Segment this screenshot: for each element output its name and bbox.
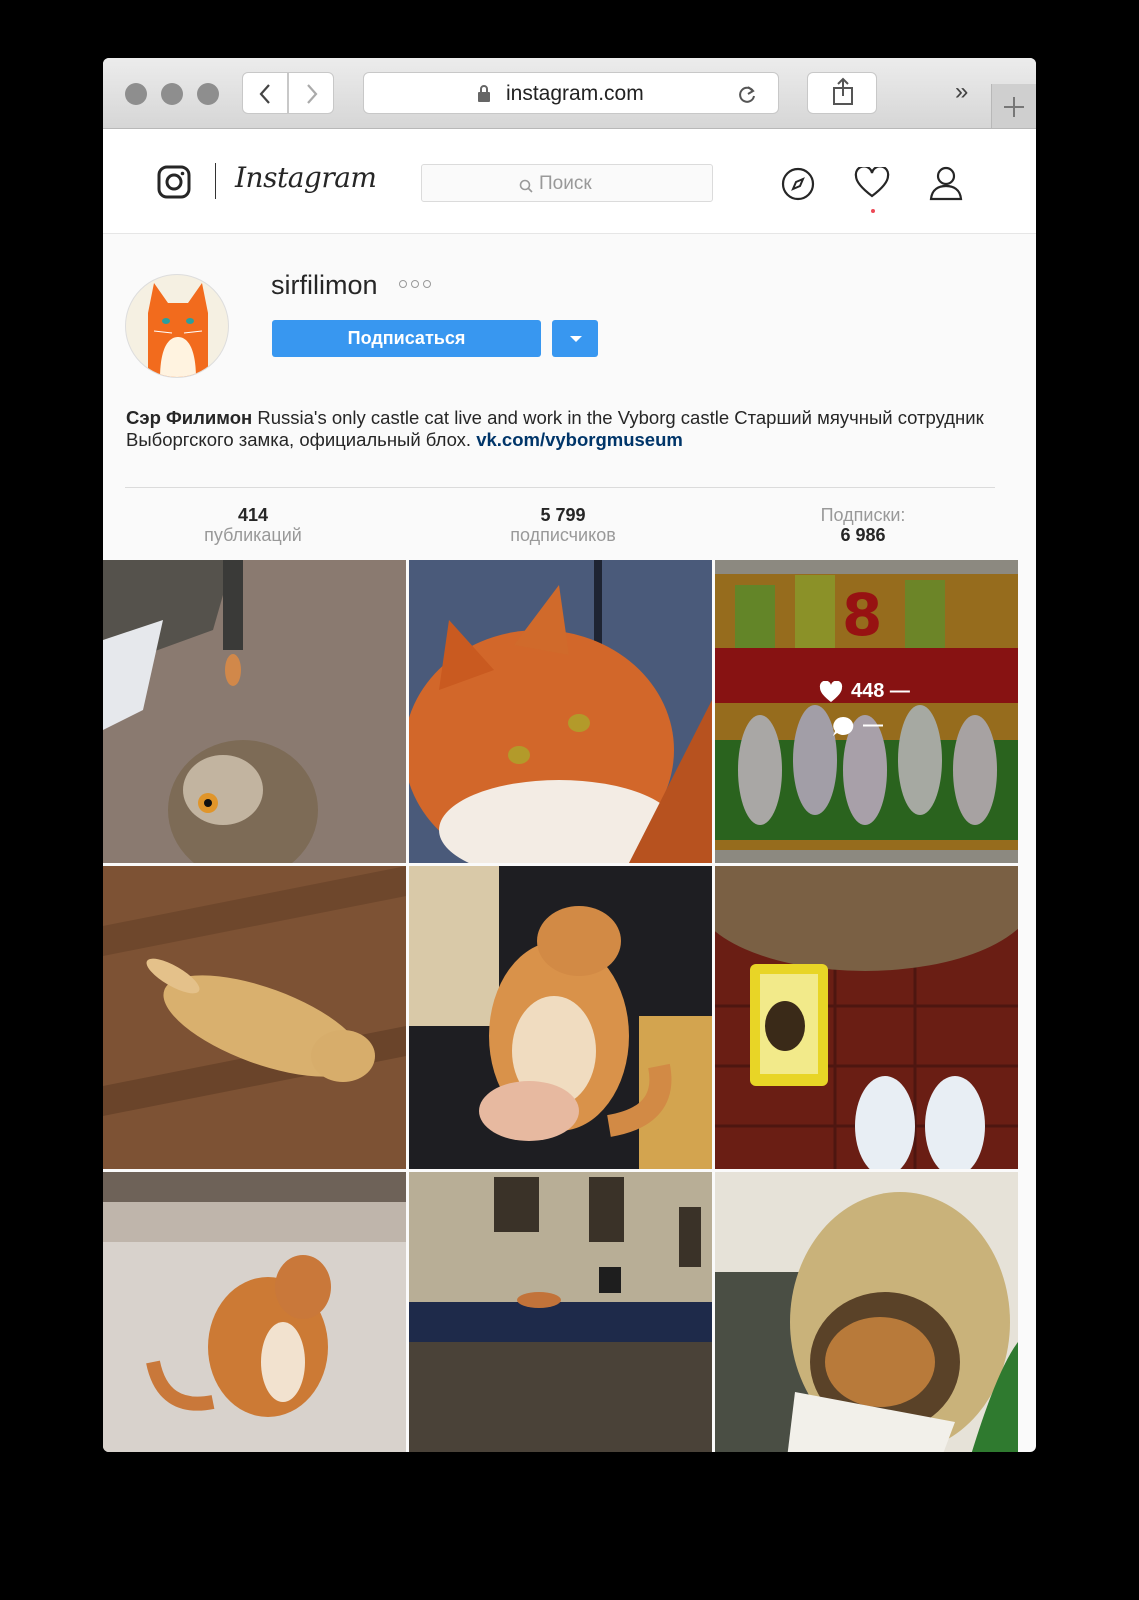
followers-count: 5 799 [540,505,586,525]
post-thumbnail[interactable] [409,866,712,1169]
post-thumbnail[interactable]: 8 448 — — [715,560,1018,863]
browser-toolbar: instagram.com » [103,58,1036,129]
profile-username: sirfilimon [271,270,378,300]
cat-on-snow-photo [103,1172,406,1452]
ginger-cat-closeup-photo [409,560,712,863]
search-input[interactable]: Поиск [421,164,713,202]
avatar[interactable] [125,274,229,378]
comments-count: — [863,714,883,736]
minimize-window-button[interactable] [161,83,183,105]
comments-overlay: — [831,714,883,737]
overflow-chevron-icon[interactable]: » [955,78,968,106]
reload-icon[interactable] [736,83,758,105]
instagram-camera-icon[interactable] [157,165,191,199]
profile-icon[interactable] [929,165,963,201]
browser-window: instagram.com » Instagram Поиск sirfilim… [103,58,1036,1452]
profile-bio: Сэр Филимон Russia's only castle cat liv… [126,407,1006,451]
follow-button[interactable]: Подписаться [272,320,541,357]
following-label: Подписки: [820,505,906,525]
posts-label: публикаций [204,525,302,545]
chevron-left-icon [259,84,270,104]
posts-count: 414 [237,505,269,525]
cat-food-tray-photo [715,866,1018,1169]
plus-icon [1004,97,1024,117]
likes-count: 448 — [851,680,910,702]
cat-in-arms-photo [409,866,712,1169]
stats-divider [125,487,995,488]
post-thumbnail[interactable] [103,866,406,1169]
instagram-header: Instagram Поиск [103,129,1036,234]
new-tab-button[interactable] [991,84,1036,128]
stat-posts: 414 публикаций [183,505,323,545]
forward-button[interactable] [288,72,334,114]
likes-overlay: 448 — [819,680,910,703]
post-thumbnail[interactable] [409,1172,712,1452]
stat-followers[interactable]: 5 799 подписчиков [473,505,653,545]
logo-divider [215,163,216,199]
heart-icon[interactable] [854,167,890,199]
address-bar[interactable]: instagram.com [363,72,779,114]
search-placeholder: Поиск [539,173,592,194]
cat-on-roof-photo [409,1172,712,1452]
cat-avatar-illustration [148,283,208,377]
search-icon [519,179,533,193]
chevron-right-icon [307,84,318,104]
cat-on-floor-photo [103,866,406,1169]
following-count: 6 986 [840,525,886,545]
url-text: instagram.com [506,82,644,105]
more-options-icon[interactable] [399,280,431,288]
suggestions-dropdown-button[interactable] [552,320,598,357]
compass-icon[interactable] [781,167,815,201]
share-button[interactable] [807,72,877,114]
comment-bubble-icon [833,716,854,736]
zoom-window-button[interactable] [197,83,219,105]
bio-name: Сэр Филимон [126,407,253,428]
post-thumbnail[interactable] [409,560,712,863]
post-thumbnail[interactable] [715,866,1018,1169]
back-button[interactable] [242,72,288,114]
stat-following[interactable]: Подписки: 6 986 [793,505,933,545]
post-thumbnail[interactable] [103,1172,406,1452]
post-thumbnail[interactable] [715,1172,1018,1452]
instagram-wordmark[interactable]: Instagram [235,161,377,194]
share-icon [833,77,853,105]
close-window-button[interactable] [125,83,147,105]
owl-cat-photo [103,560,406,863]
heart-filled-icon [819,680,843,702]
cat-in-basket-photo [715,1172,1018,1452]
post-thumbnail[interactable] [103,560,406,863]
notification-dot [871,209,875,213]
followers-label: подписчиков [510,525,616,545]
lock-icon [478,85,490,102]
bio-link[interactable]: vk.com/vyborgmuseum [476,429,683,450]
post-hover-overlay: 448 — — [715,560,1018,863]
